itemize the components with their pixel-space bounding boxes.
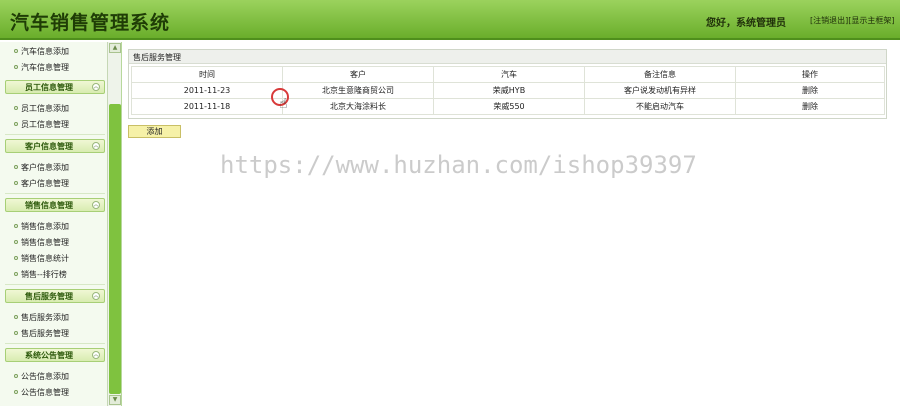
cell-car: 荣威HYB [433,82,585,99]
bullet-icon [14,49,18,53]
bullet-icon [14,390,18,394]
sidebar-item-notice-manage[interactable]: 公告信息管理 [14,387,69,398]
add-button[interactable]: 添加 [128,125,181,138]
cell-customer: 北京生意隆商贸公司 [282,82,434,99]
double-chevron-up-icon: ︽ [92,83,100,91]
aftersales-panel: 售后服务管理 时间 客户 汽车 备注信息 操作 2011-11-23 北京生意隆… [128,49,887,119]
double-chevron-up-icon: ︽ [92,292,100,300]
sidebar-item-notice-add[interactable]: 公告信息添加 [14,371,69,382]
header-links: [注销退出][显示主框架] [810,15,895,26]
delete-link[interactable]: 删除 [735,82,885,99]
main-content: 售后服务管理 时间 客户 汽车 备注信息 操作 2011-11-23 北京生意隆… [122,42,900,406]
column-header-customer: 客户 [282,66,434,83]
divider [5,193,105,194]
sidebar-item-sales-stats[interactable]: 销售信息统计 [14,253,69,264]
sidebar-item-sales-ranking[interactable]: 销售--排行榜 [14,269,67,280]
bullet-icon [14,240,18,244]
group-header-notice[interactable]: 系统公告管理 ︽ [5,348,105,362]
sidebar-item-aftersales-add[interactable]: 售后服务添加 [14,312,69,323]
bullet-icon [14,181,18,185]
header-bar: 汽车销售管理系统 您好，系统管理员 [注销退出][显示主框架] [0,0,900,40]
sidebar-item-staff-manage[interactable]: 员工信息管理 [14,119,69,130]
sidebar-item-car-add[interactable]: 汽车信息添加 [14,46,69,57]
delete-link[interactable]: 删除 [735,98,885,115]
sidebar-scrollbar[interactable]: ▲ ▼ [107,42,121,406]
column-header-car: 汽车 [433,66,585,83]
sidebar-item-customer-manage[interactable]: 客户信息管理 [14,178,69,189]
user-greeting: 您好，系统管理员 [706,18,786,29]
bullet-icon [14,331,18,335]
table-header-row: 时间 客户 汽车 备注信息 操作 [131,66,885,83]
table-row: 2011-11-18 北京大海涂料长 荣威550 不能启动汽车 删除 [131,98,885,115]
bullet-icon [14,315,18,319]
table-row: 2011-11-23 北京生意隆商贸公司 荣威HYB 客户说发动机有异样 删除 [131,82,885,99]
aftersales-table: 时间 客户 汽车 备注信息 操作 2011-11-23 北京生意隆商贸公司 荣威… [131,66,885,115]
logout-link[interactable]: [注销退出] [810,16,848,25]
divider [5,134,105,135]
group-header-aftersales[interactable]: 售后服务管理 ︽ [5,289,105,303]
double-chevron-up-icon: ︽ [92,142,100,150]
panel-title: 售后服务管理 [129,50,886,64]
sidebar: 汽车信息添加 汽车信息管理 员工信息管理 ︽ 员工信息添加 员工信息管理 客户信息… [0,42,122,406]
cell-customer: 北京大海涂料长 [282,98,434,115]
cell-car: 荣威550 [433,98,585,115]
sidebar-item-sales-add[interactable]: 销售信息添加 [14,221,69,232]
scroll-up-arrow-icon[interactable]: ▲ [109,43,121,53]
column-header-note: 备注信息 [584,66,736,83]
bullet-icon [14,106,18,110]
divider [5,284,105,285]
sidebar-item-aftersales-manage[interactable]: 售后服务管理 [14,328,69,339]
group-header-sales[interactable]: 销售信息管理 ︽ [5,198,105,212]
group-header-customer[interactable]: 客户信息管理 ︽ [5,139,105,153]
bullet-icon [14,224,18,228]
hand-pointer-icon: ☝ [279,96,288,112]
double-chevron-up-icon: ︽ [92,351,100,359]
bullet-icon [14,256,18,260]
column-header-time: 时间 [131,66,283,83]
divider [5,343,105,344]
cell-note: 客户说发动机有异样 [584,82,736,99]
bullet-icon [14,272,18,276]
scrollbar-thumb[interactable] [109,104,121,394]
show-frame-link[interactable]: [显示主框架] [848,16,894,25]
watermark-text: https://www.huzhan.com/ishop39397 [220,151,697,179]
sidebar-item-sales-manage[interactable]: 销售信息管理 [14,237,69,248]
sidebar-item-car-manage[interactable]: 汽车信息管理 [14,62,69,73]
sidebar-item-customer-add[interactable]: 客户信息添加 [14,162,69,173]
sidebar-menu: 汽车信息添加 汽车信息管理 员工信息管理 ︽ 员工信息添加 员工信息管理 客户信息… [0,42,106,406]
cell-note: 不能启动汽车 [584,98,736,115]
bullet-icon [14,65,18,69]
bullet-icon [14,122,18,126]
cell-time: 2011-11-18 [131,98,283,115]
sidebar-item-staff-add[interactable]: 员工信息添加 [14,103,69,114]
column-header-action: 操作 [735,66,885,83]
scroll-down-arrow-icon[interactable]: ▼ [109,395,121,405]
bullet-icon [14,165,18,169]
app-title: 汽车销售管理系统 [10,12,171,34]
bullet-icon [14,374,18,378]
group-header-staff[interactable]: 员工信息管理 ︽ [5,80,105,94]
double-chevron-up-icon: ︽ [92,201,100,209]
cell-time: 2011-11-23 [131,82,283,99]
